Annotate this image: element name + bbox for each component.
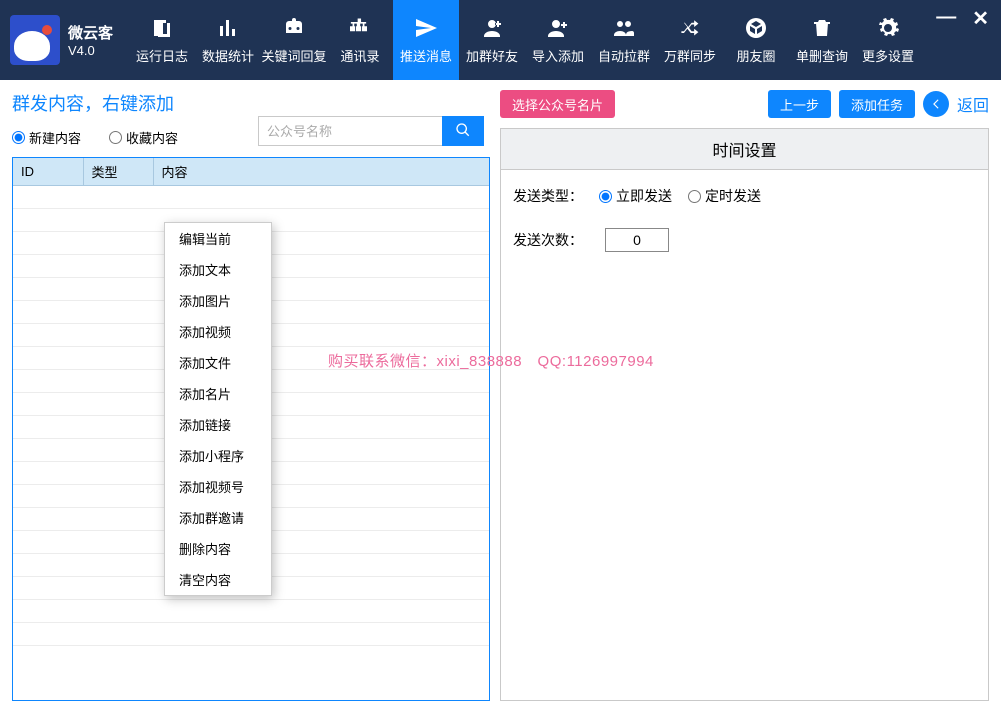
toolbar-item-label: 万群同步 <box>664 46 716 65</box>
gear-icon <box>876 16 900 40</box>
col-id[interactable]: ID <box>13 158 83 186</box>
toolbar-item-robot[interactable]: 关键词回复 <box>261 0 327 80</box>
radio-send-timed-label: 定时发送 <box>705 186 761 206</box>
app-name: 微云客 <box>68 22 113 43</box>
menu-item[interactable]: 添加文件 <box>165 347 271 378</box>
group-add-icon <box>480 16 504 40</box>
shuffle-icon <box>678 16 702 40</box>
trash-icon <box>810 16 834 40</box>
back-label: 返回 <box>957 92 989 116</box>
radio-new-content-label: 新建内容 <box>29 128 81 147</box>
toolbar-item-lens[interactable]: 朋友圈 <box>723 0 789 80</box>
minimize-button[interactable]: — <box>936 6 956 31</box>
toolbar-item-label: 加群好友 <box>466 46 518 65</box>
time-settings-box: 时间设置 发送类型： 立即发送 定时发送 发送次数： <box>500 128 989 701</box>
toolbar-item-label: 单删查询 <box>796 46 848 65</box>
logo-block: 微云客 V4.0 <box>0 0 123 80</box>
radio-new-content[interactable]: 新建内容 <box>12 128 81 147</box>
toolbar-item-label: 更多设置 <box>862 46 914 65</box>
toolbar-item-label: 朋友圈 <box>737 46 776 65</box>
titlebar: 微云客 V4.0 运行日志 数据统计 关键词回复 通讯录 推送消息 加群好友 导… <box>0 0 1001 80</box>
top-actions: 选择公众号名片 上一步 添加任务 返回 <box>500 90 989 118</box>
menu-item[interactable]: 添加视频 <box>165 316 271 347</box>
org-icon <box>348 16 372 40</box>
toolbar-item-gear[interactable]: 更多设置 <box>855 0 921 80</box>
toolbar-item-label: 运行日志 <box>136 46 188 65</box>
send-type-row: 发送类型： 立即发送 定时发送 <box>513 186 976 206</box>
toolbar-item-label: 通讯录 <box>341 46 380 65</box>
send-count-input[interactable] <box>605 228 669 252</box>
radio-fav-content-label: 收藏内容 <box>126 128 178 147</box>
menu-item[interactable]: 添加图片 <box>165 285 271 316</box>
window-controls: — ✕ <box>936 6 989 31</box>
log-icon <box>150 16 174 40</box>
search-group <box>258 116 484 146</box>
context-menu: 编辑当前添加文本添加图片添加视频添加文件添加名片添加链接添加小程序添加视频号添加… <box>164 222 272 596</box>
toolbar-item-user-add[interactable]: 导入添加 <box>525 0 591 80</box>
menu-item[interactable]: 添加文本 <box>165 254 271 285</box>
radio-fav-content-input[interactable] <box>109 131 122 144</box>
user-add-icon <box>546 16 570 40</box>
toolbar-item-log[interactable]: 运行日志 <box>129 0 195 80</box>
toolbar-item-org[interactable]: 通讯录 <box>327 0 393 80</box>
send-count-label: 发送次数： <box>513 230 583 250</box>
search-button[interactable] <box>442 116 484 146</box>
send-type-label: 发送类型： <box>513 186 583 206</box>
search-input[interactable] <box>258 116 442 146</box>
close-button[interactable]: ✕ <box>972 6 989 31</box>
toolbar-item-label: 数据统计 <box>202 46 254 65</box>
toolbar-item-send[interactable]: 推送消息 <box>393 0 459 80</box>
menu-item[interactable]: 添加视频号 <box>165 471 271 502</box>
toolbar-item-label: 自动拉群 <box>598 46 650 65</box>
toolbar-item-label: 推送消息 <box>400 46 452 65</box>
radio-send-now-label: 立即发送 <box>616 186 672 206</box>
back-button[interactable]: 返回 <box>923 91 989 117</box>
radio-new-content-input[interactable] <box>12 131 25 144</box>
radio-send-timed-input[interactable] <box>688 190 701 203</box>
radio-send-now[interactable]: 立即发送 <box>599 186 672 206</box>
radio-send-now-input[interactable] <box>599 190 612 203</box>
menu-item[interactable]: 清空内容 <box>165 564 271 595</box>
app-logo-icon <box>10 15 60 65</box>
top-toolbar: 运行日志 数据统计 关键词回复 通讯录 推送消息 加群好友 导入添加 自动拉群 … <box>129 0 921 80</box>
toolbar-item-label: 关键词回复 <box>262 46 327 65</box>
toolbar-item-chart[interactable]: 数据统计 <box>195 0 261 80</box>
toolbar-item-group-add[interactable]: 加群好友 <box>459 0 525 80</box>
toolbar-item-shuffle[interactable]: 万群同步 <box>657 0 723 80</box>
col-content[interactable]: 内容 <box>153 158 489 186</box>
table-row[interactable] <box>13 623 489 646</box>
back-arrow-icon <box>923 91 949 117</box>
toolbar-item-trash[interactable]: 单删查询 <box>789 0 855 80</box>
chart-icon <box>216 16 240 40</box>
col-type[interactable]: 类型 <box>83 158 153 186</box>
add-task-button[interactable]: 添加任务 <box>839 90 915 118</box>
app-version: V4.0 <box>68 43 113 58</box>
menu-item[interactable]: 添加群邀请 <box>165 502 271 533</box>
prev-step-button[interactable]: 上一步 <box>768 90 831 118</box>
menu-item[interactable]: 添加小程序 <box>165 440 271 471</box>
search-icon <box>455 122 471 141</box>
send-count-row: 发送次数： <box>513 228 976 252</box>
left-panel-title: 群发内容，右键添加 <box>12 90 490 116</box>
send-icon <box>414 16 438 40</box>
menu-item[interactable]: 添加名片 <box>165 378 271 409</box>
users-icon <box>612 16 636 40</box>
radio-fav-content[interactable]: 收藏内容 <box>109 128 178 147</box>
time-settings-title: 时间设置 <box>501 129 988 170</box>
table-row[interactable] <box>13 600 489 623</box>
table-row[interactable] <box>13 186 489 209</box>
right-panel: 选择公众号名片 上一步 添加任务 返回 时间设置 发送类型： 立即发送 <box>500 90 989 701</box>
menu-item[interactable]: 编辑当前 <box>165 223 271 254</box>
content-area: 群发内容，右键添加 新建内容 收藏内容 I <box>0 80 1001 711</box>
menu-item[interactable]: 删除内容 <box>165 533 271 564</box>
toolbar-item-users[interactable]: 自动拉群 <box>591 0 657 80</box>
select-card-button[interactable]: 选择公众号名片 <box>500 90 615 118</box>
menu-item[interactable]: 添加链接 <box>165 409 271 440</box>
lens-icon <box>744 16 768 40</box>
robot-icon <box>282 16 306 40</box>
radio-send-timed[interactable]: 定时发送 <box>688 186 761 206</box>
toolbar-item-label: 导入添加 <box>532 46 584 65</box>
